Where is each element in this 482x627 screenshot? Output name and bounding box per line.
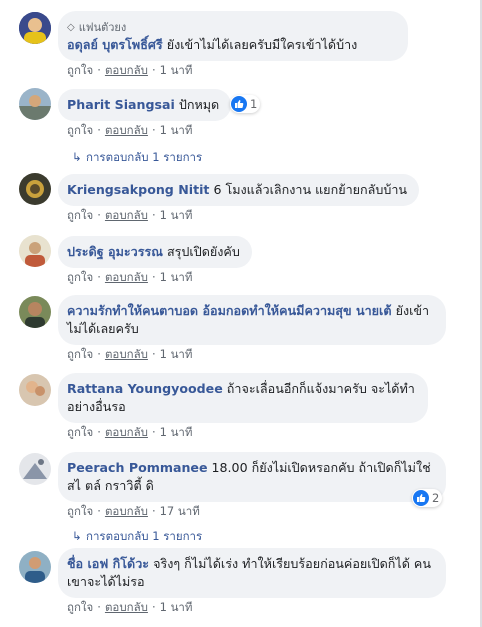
avatar[interactable] bbox=[19, 235, 51, 267]
commenter-name[interactable]: อดุลย์ บุตรโพธิ์ศรี bbox=[67, 37, 163, 52]
comment-bubble: ชื่อ เอฟ กิโด้วะ จริงๆ ก็ไม่ได้เร่ง ทำให… bbox=[58, 548, 446, 598]
timestamp[interactable]: 1 นาที bbox=[160, 600, 193, 614]
timestamp[interactable]: 1 นาที bbox=[160, 425, 193, 439]
like-button[interactable]: ถูกใจ bbox=[67, 270, 93, 284]
avatar[interactable] bbox=[19, 453, 51, 485]
timestamp[interactable]: 1 นาที bbox=[160, 208, 193, 222]
commenter-name[interactable]: Rattana Youngyoodee bbox=[67, 381, 223, 396]
reply-button[interactable]: ตอบกลับ bbox=[105, 347, 148, 361]
like-button[interactable]: ถูกใจ bbox=[67, 208, 93, 222]
thumbs-up-icon bbox=[231, 96, 247, 112]
commenter-name[interactable]: Peerach Pommanee bbox=[67, 460, 208, 475]
commenter-name[interactable]: Kriengsakpong Nitit bbox=[67, 182, 209, 197]
comment-text: ยังเข้าไม่ได้เลยครับมีใครเข้าได้บ้าง bbox=[166, 37, 358, 52]
comment-bubble: Kriengsakpong Nitit 6 โมงแล้วเลิกงาน แยก… bbox=[58, 174, 420, 206]
reply-button[interactable]: ตอบกลับ bbox=[105, 425, 148, 439]
like-button[interactable]: ถูกใจ bbox=[67, 600, 93, 614]
avatar[interactable] bbox=[19, 88, 51, 120]
timestamp[interactable]: 1 นาที bbox=[160, 270, 193, 284]
comment-bubble: ประดิฐ อุมะวรรณ สรุปเปิดยังคับ bbox=[58, 236, 252, 268]
timestamp[interactable]: 1 นาที bbox=[160, 347, 193, 361]
comment-text: ปักหมุด bbox=[178, 97, 220, 112]
reply-button[interactable]: ตอบกลับ bbox=[105, 63, 148, 77]
comment-bubble: Rattana Youngyoodee ถ้าจะเลื่อนอีกก็แจ้ง… bbox=[58, 373, 428, 423]
timestamp[interactable]: 17 นาที bbox=[160, 504, 200, 518]
reply-button[interactable]: ตอบกลับ bbox=[105, 208, 148, 222]
thumbs-up-icon bbox=[413, 490, 429, 506]
like-button[interactable]: ถูกใจ bbox=[67, 63, 93, 77]
comment-bubble: ความรักทำให้คนตาบอด อ้อมกอดทำให้คนมีความ… bbox=[58, 295, 446, 345]
like-button[interactable]: ถูกใจ bbox=[67, 347, 93, 361]
avatar[interactable] bbox=[19, 374, 51, 406]
reply-button[interactable]: ตอบกลับ bbox=[105, 504, 148, 518]
reply-arrow-icon: ↳ bbox=[72, 150, 82, 164]
like-button[interactable]: ถูกใจ bbox=[67, 504, 93, 518]
avatar[interactable] bbox=[19, 173, 51, 205]
reply-arrow-icon: ↳ bbox=[72, 529, 82, 543]
commenter-name[interactable]: Pharit Siangsai bbox=[67, 97, 175, 112]
commenter-name[interactable]: ชื่อ เอฟ กิโด้วะ bbox=[67, 556, 149, 571]
top-fan-badge: ◇ แฟนตัวยง bbox=[67, 21, 127, 34]
avatar[interactable] bbox=[19, 12, 51, 44]
diamond-icon: ◇ bbox=[67, 21, 75, 33]
timestamp[interactable]: 1 นาที bbox=[160, 123, 193, 137]
avatar[interactable] bbox=[19, 551, 51, 583]
timestamp[interactable]: 1 นาที bbox=[160, 63, 193, 77]
view-replies-link[interactable]: ↳ การตอบกลับ 1 รายการ bbox=[72, 149, 202, 167]
comment-bubble: Pharit Siangsai ปักหมุด bbox=[58, 89, 232, 121]
comment-bubble: Peerach Pommanee 18.00 ก็ยังไม่เปิดหรอกค… bbox=[58, 452, 446, 502]
reaction-count[interactable]: 1 bbox=[230, 95, 261, 113]
like-button[interactable]: ถูกใจ bbox=[67, 425, 93, 439]
comment-text: สรุปเปิดยังคับ bbox=[166, 244, 240, 259]
comment-text: 6 โมงแล้วเลิกงาน แยกย้ายกลับบ้าน bbox=[213, 182, 408, 197]
reply-button[interactable]: ตอบกลับ bbox=[105, 270, 148, 284]
reaction-count[interactable]: 2 bbox=[412, 489, 443, 507]
reply-button[interactable]: ตอบกลับ bbox=[105, 123, 148, 137]
like-button[interactable]: ถูกใจ bbox=[67, 123, 93, 137]
comment-bubble: ◇ แฟนตัวยง อดุลย์ บุตรโพธิ์ศรี ยังเข้าไม… bbox=[58, 11, 408, 61]
reply-button[interactable]: ตอบกลับ bbox=[105, 600, 148, 614]
commenter-name[interactable]: ความรักทำให้คนตาบอด อ้อมกอดทำให้คนมีความ… bbox=[67, 303, 392, 318]
view-replies-link[interactable]: ↳ การตอบกลับ 1 รายการ bbox=[72, 528, 202, 546]
commenter-name[interactable]: ประดิฐ อุมะวรรณ bbox=[67, 244, 163, 259]
avatar[interactable] bbox=[19, 296, 51, 328]
